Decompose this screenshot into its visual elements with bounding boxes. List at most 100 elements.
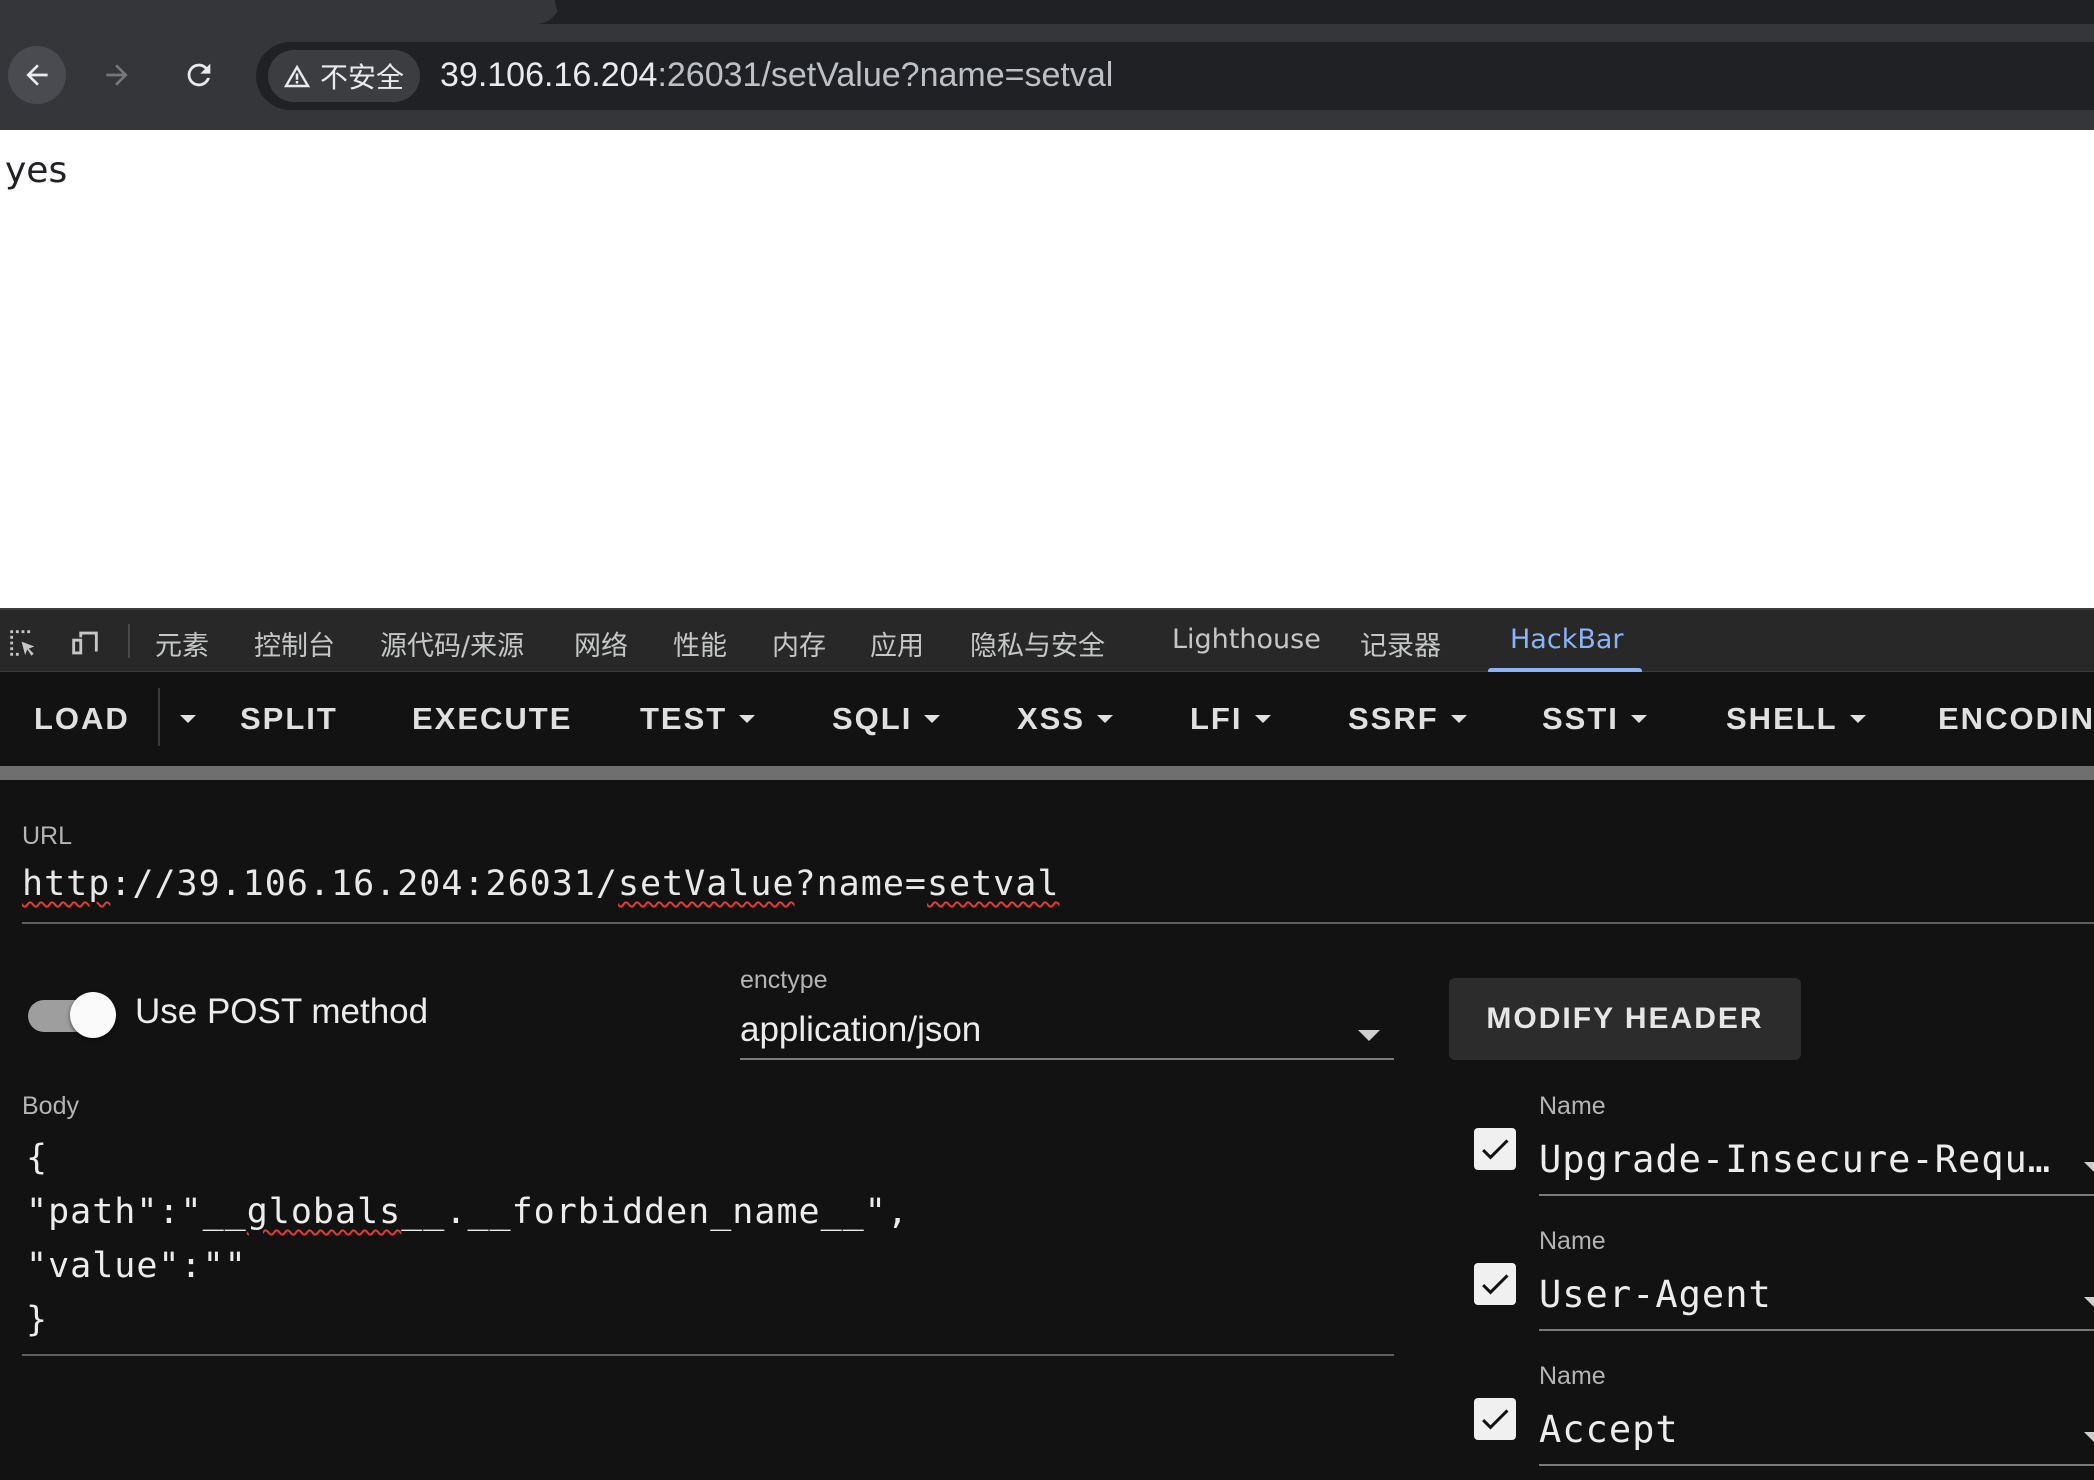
tab-performance[interactable]: 性能 [673, 624, 727, 663]
tab-recorder[interactable]: 记录器 [1360, 624, 1441, 663]
sqli-label: SQLI [832, 701, 913, 736]
chevron-down-icon [1849, 715, 1866, 723]
encoding-menu-button[interactable]: ENCODIN [1938, 694, 2094, 744]
header-checkbox[interactable] [1474, 1128, 1516, 1170]
toolbar-divider [0, 766, 2094, 780]
ssrf-label: SSRF [1348, 701, 1439, 736]
header-name-input[interactable]: Upgrade-Insecure-Requ… [1539, 1138, 2051, 1181]
chevron-down-icon [1450, 715, 1467, 723]
chevron-down-icon [924, 715, 941, 723]
chevron-down-icon [739, 715, 756, 723]
dropdown-caret-icon[interactable] [2084, 1432, 2094, 1442]
sqli-menu-button[interactable]: SQLI [832, 694, 941, 744]
enctype-select[interactable]: application/json [740, 1008, 1394, 1060]
tab-application[interactable]: 应用 [870, 624, 924, 663]
header-name-input[interactable]: Accept [1539, 1408, 1679, 1451]
lfi-label: LFI [1190, 701, 1243, 736]
test-label: TEST [640, 701, 728, 736]
active-tab[interactable] [0, 0, 560, 24]
header-name-label: Name [1539, 1092, 1606, 1120]
ssti-label: SSTI [1542, 701, 1619, 736]
forward-arrow-icon [106, 64, 128, 86]
modify-header-label: MODIFY HEADER [1486, 1002, 1764, 1035]
dropdown-caret-icon[interactable] [2084, 1297, 2094, 1307]
back-arrow-icon [26, 64, 48, 86]
test-menu-button[interactable]: TEST [640, 694, 756, 744]
tab-console[interactable]: 控制台 [254, 624, 335, 663]
forward-button[interactable] [88, 46, 146, 104]
address-path: :26031/setValue?name=setval [657, 56, 1114, 94]
load-dropdown-button[interactable] [168, 694, 196, 744]
body-line-4: } [26, 1300, 49, 1340]
warning-triangle-icon [283, 64, 311, 88]
shell-menu-button[interactable]: SHELL [1726, 694, 1866, 744]
security-label: 不安全 [320, 61, 405, 94]
tab-network[interactable]: 网络 [574, 624, 628, 663]
tab-sources[interactable]: 源代码/来源 [380, 624, 524, 663]
chevron-down-icon [1097, 715, 1114, 723]
modify-header-button[interactable]: MODIFY HEADER [1449, 978, 1801, 1060]
url-part-scheme: http [22, 864, 111, 904]
header-underline [1539, 1194, 2094, 1196]
header-underline [1539, 1329, 2094, 1331]
address-bar[interactable]: 不安全 39.106.16.204:26031/setValue?name=se… [256, 42, 2094, 110]
chevron-down-icon [1254, 715, 1271, 723]
body-line-2-start: "path":"__ [26, 1192, 247, 1232]
ssti-menu-button[interactable]: SSTI [1542, 694, 1647, 744]
load-button[interactable]: LOAD [34, 694, 130, 744]
encoding-label: ENCODIN [1938, 701, 2094, 736]
reload-button[interactable] [170, 46, 228, 104]
dropdown-caret-icon[interactable] [2084, 1162, 2094, 1172]
enctype-label: enctype [740, 966, 828, 994]
post-method-toggle[interactable] [26, 992, 116, 1038]
enctype-value: application/json [740, 1010, 982, 1049]
checkbox-check-icon [1482, 1409, 1509, 1430]
body-line-1: { [26, 1138, 49, 1178]
back-button[interactable] [8, 46, 66, 104]
checkbox-check-icon [1482, 1139, 1509, 1160]
header-checkbox[interactable] [1474, 1263, 1516, 1305]
toggle-thumb [70, 992, 116, 1038]
chevron-down-icon [1630, 715, 1647, 723]
security-indicator[interactable]: 不安全 [268, 50, 421, 102]
execute-label: EXECUTE [412, 701, 573, 736]
header-checkbox[interactable] [1474, 1398, 1516, 1440]
post-method-label: Use POST method [135, 992, 429, 1031]
checkbox-check-icon [1482, 1274, 1509, 1295]
dropdown-caret-icon [1358, 1030, 1380, 1041]
url-field-underline [22, 922, 2094, 924]
url-input[interactable]: http://39.106.16.204:26031/setValue?name… [22, 864, 1059, 904]
devtools-panel: 元素 控制台 源代码/来源 网络 性能 内存 应用 隐私与安全 Lighthou… [0, 608, 2094, 1480]
tab-hackbar[interactable]: HackBar [1510, 624, 1624, 655]
devtools-tabbar: 元素 控制台 源代码/来源 网络 性能 内存 应用 隐私与安全 Lighthou… [0, 608, 2094, 673]
body-line-2: "path":"__globals__.__forbidden_name__", [26, 1192, 909, 1232]
body-line-2-end: __.__forbidden_name__", [401, 1192, 909, 1232]
inspect-element-icon[interactable] [6, 626, 40, 660]
tab-strip-empty [555, 0, 2094, 24]
tab-memory[interactable]: 内存 [772, 624, 826, 663]
hackbar-toolbar: LOAD SPLIT EXECUTE TEST SQLI XSS LFI SSR… [0, 672, 2094, 766]
address-text[interactable]: 39.106.16.204:26031/setValue?name=setval [440, 56, 1113, 95]
ssrf-menu-button[interactable]: SSRF [1348, 694, 1467, 744]
header-name-label: Name [1539, 1362, 1606, 1390]
device-toolbar-icon[interactable] [68, 626, 102, 660]
tab-elements[interactable]: 元素 [155, 624, 209, 663]
tab-privacy-security[interactable]: 隐私与安全 [970, 624, 1105, 663]
address-host: 39.106.16.204 [440, 56, 658, 94]
execute-button[interactable]: EXECUTE [412, 694, 572, 744]
shell-label: SHELL [1726, 701, 1838, 736]
tab-strip [0, 0, 2094, 24]
header-name-input[interactable]: User-Agent [1539, 1273, 1772, 1316]
split-button[interactable]: SPLIT [240, 694, 338, 744]
load-label: LOAD [34, 701, 130, 736]
browser-toolbar: 不安全 39.106.16.204:26031/setValue?name=se… [0, 0, 2094, 130]
header-underline [1539, 1464, 2094, 1466]
tabbar-separator [128, 624, 130, 658]
url-part-value: setval [926, 864, 1060, 904]
url-part-query: ?name= [794, 864, 927, 904]
lfi-menu-button[interactable]: LFI [1190, 694, 1271, 744]
tab-lighthouse[interactable]: Lighthouse [1172, 624, 1321, 655]
split-label: SPLIT [240, 701, 338, 736]
body-field-underline [22, 1354, 1394, 1356]
xss-menu-button[interactable]: XSS [1017, 694, 1114, 744]
